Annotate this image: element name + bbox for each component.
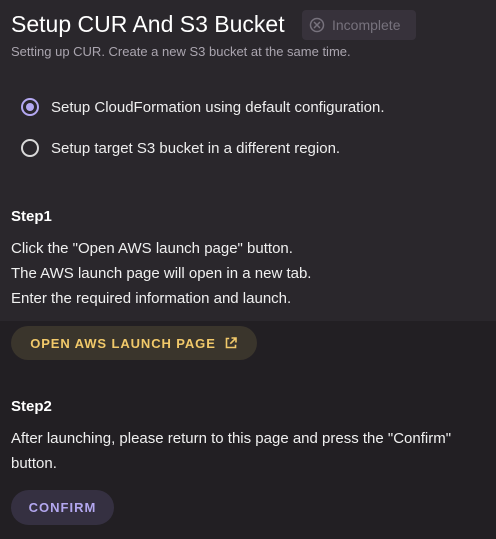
step2-heading: Step2 [11,398,52,415]
status-label: Incomplete [332,17,401,33]
open-aws-launch-page-button[interactable]: OPEN AWS LAUNCH PAGE [11,326,257,360]
radio-unselected[interactable] [21,139,39,157]
radio-dot [26,103,34,111]
step1-instruction-2: The AWS launch page will open in a new t… [11,265,312,282]
page-title: Setup CUR And S3 Bucket [11,11,285,37]
confirm-button-label: CONFIRM [28,500,97,515]
option-default-configuration-label: Setup CloudFormation using default confi… [51,98,385,116]
close-circle-icon [309,17,325,33]
page-subtitle: Setting up CUR. Create a new S3 bucket a… [11,44,351,59]
step2-instruction-2: button. [11,455,57,472]
step1-instruction-1: Click the "Open AWS launch page" button. [11,240,293,257]
step2-instruction-1: After launching, please return to this p… [11,430,452,447]
confirm-button[interactable]: CONFIRM [11,490,114,525]
status-badge: Incomplete [302,10,416,40]
step1-heading: Step1 [11,208,52,225]
option-different-region[interactable]: Setup target S3 bucket in a different re… [21,136,340,160]
option-default-configuration[interactable]: Setup CloudFormation using default confi… [21,95,385,119]
external-link-icon [224,336,238,350]
step1-instruction-3: Enter the required information and launc… [11,290,292,307]
option-different-region-label: Setup target S3 bucket in a different re… [51,139,341,157]
open-aws-launch-page-label: OPEN AWS LAUNCH PAGE [30,335,216,351]
radio-selected[interactable] [21,98,39,116]
